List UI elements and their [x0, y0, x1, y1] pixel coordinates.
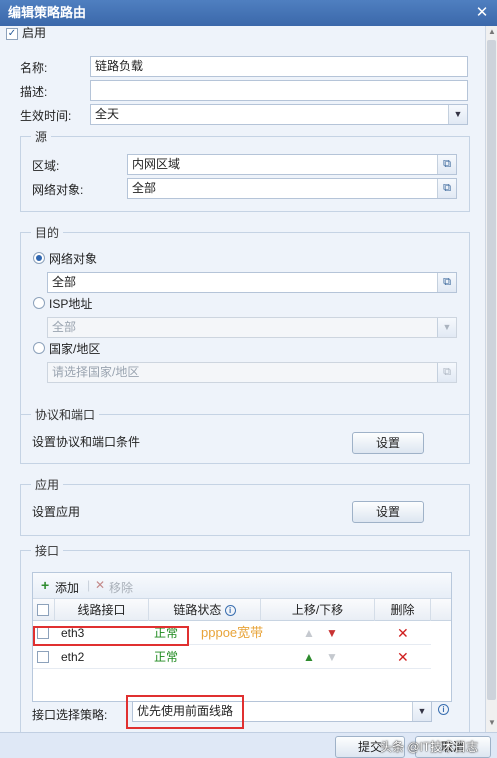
window-titlebar: 编辑策略路由 ✕	[0, 0, 497, 26]
highlight-box	[33, 626, 189, 646]
dest-isp-value: 全部	[52, 320, 77, 334]
table-row[interactable]: eth2 正常 ▲ ▼ ✕	[33, 646, 431, 669]
arrow-up-icon: ▲	[303, 626, 315, 640]
highlight-box	[126, 695, 244, 729]
toolbar-divider: |	[87, 578, 91, 592]
dest-net-label: 网络对象	[49, 252, 98, 266]
dest-country-input: 请选择国家/地区 ⧉	[47, 362, 457, 383]
row-status: 正常	[154, 650, 179, 664]
iface-toolbar: + 添加 | ✕ 移除	[33, 573, 451, 599]
src-net-label: 网络对象:	[32, 183, 84, 197]
info-icon[interactable]: i	[224, 605, 236, 617]
source-legend: 源	[31, 128, 52, 145]
dest-isp-select: 全部 ▼	[47, 317, 457, 338]
enable-label: 启用	[22, 26, 47, 40]
close-icon[interactable]: ✕	[473, 4, 491, 22]
picker-icon[interactable]: ⧉	[437, 155, 456, 174]
dialog-content: ✓ 启用 名称: 链路负载 描述: 生效时间: 全天 ▼ 源 区域: 内网区域 …	[0, 26, 485, 732]
col-iface[interactable]: 线路接口	[55, 599, 149, 621]
src-net-value: 全部	[132, 181, 157, 195]
delete-icon[interactable]: ✕	[397, 646, 409, 669]
time-select[interactable]: 全天 ▼	[90, 104, 468, 125]
dest-country-label: 国家/地区	[49, 342, 101, 356]
vertical-scrollbar[interactable]: ▲ ▼	[485, 26, 497, 732]
iface-legend: 接口	[31, 542, 64, 559]
iface-grid-header: 线路接口 链路状态 i 上移/下移 删除	[33, 599, 451, 621]
annotation-text: pppoe宽带	[201, 625, 264, 640]
window-title: 编辑策略路由	[8, 5, 87, 20]
dest-legend: 目的	[31, 224, 64, 241]
delete-icon[interactable]: ✕	[397, 622, 409, 645]
watermark-text: 头条 @IT技术日志	[380, 740, 479, 754]
dest-net-input[interactable]: 全部 ⧉	[47, 272, 457, 293]
dest-isp-label: ISP地址	[49, 297, 93, 311]
dest-country-placeholder: 请选择国家/地区	[52, 365, 140, 379]
col-move: 上移/下移	[261, 599, 375, 621]
scroll-thumb[interactable]	[487, 40, 496, 700]
scroll-up-icon[interactable]: ▲	[487, 27, 497, 39]
app-legend: 应用	[31, 476, 64, 493]
policy-label: 接口选择策略:	[32, 708, 108, 722]
app-settings-button[interactable]: 设置	[352, 501, 424, 523]
name-input[interactable]: 链路负载	[90, 56, 468, 77]
proto-desc: 设置协议和端口条件	[32, 435, 141, 449]
zone-label: 区域:	[32, 159, 60, 173]
chevron-down-icon[interactable]: ▼	[448, 105, 467, 124]
picker-icon[interactable]: ⧉	[437, 179, 456, 198]
select-all-checkbox[interactable]	[37, 604, 49, 616]
app-desc: 设置应用	[32, 505, 81, 519]
name-label: 名称:	[20, 61, 48, 75]
proto-legend: 协议和端口	[31, 406, 100, 423]
proto-settings-button[interactable]: 设置	[352, 432, 424, 454]
scroll-down-icon[interactable]: ▼	[487, 718, 497, 730]
dest-country-radio[interactable]	[33, 342, 45, 354]
add-button[interactable]: 添加	[55, 579, 79, 596]
enable-checkbox[interactable]: ✓	[6, 28, 18, 40]
desc-label: 描述:	[20, 85, 48, 99]
x-icon: ✕	[95, 578, 106, 592]
row-checkbox[interactable]	[37, 651, 49, 663]
desc-input[interactable]	[90, 80, 468, 101]
chevron-down-icon: ▼	[437, 318, 456, 337]
time-label: 生效时间:	[20, 109, 72, 123]
time-select-value: 全天	[95, 107, 120, 121]
info-icon[interactable]: i	[438, 704, 449, 715]
arrow-down-icon[interactable]: ▼	[326, 622, 338, 645]
chevron-down-icon[interactable]: ▼	[412, 702, 431, 721]
src-net-input[interactable]: 全部 ⧉	[127, 178, 457, 199]
picker-icon: ⧉	[437, 363, 456, 382]
dest-isp-radio[interactable]	[33, 297, 45, 309]
arrow-up-icon[interactable]: ▲	[303, 646, 315, 669]
arrow-down-icon: ▼	[326, 650, 338, 664]
header-select-cell	[33, 599, 55, 621]
col-delete: 删除	[375, 599, 431, 621]
picker-icon[interactable]: ⧉	[437, 273, 456, 292]
dest-net-radio[interactable]	[33, 252, 45, 264]
zone-value: 内网区域	[132, 157, 181, 171]
dest-net-value: 全部	[52, 275, 77, 289]
zone-input[interactable]: 内网区域 ⧉	[127, 154, 457, 175]
col-status[interactable]: 链路状态 i	[149, 599, 261, 621]
row-iface: eth2	[61, 650, 85, 664]
remove-button: 移除	[109, 581, 134, 595]
plus-icon[interactable]: +	[41, 577, 49, 593]
